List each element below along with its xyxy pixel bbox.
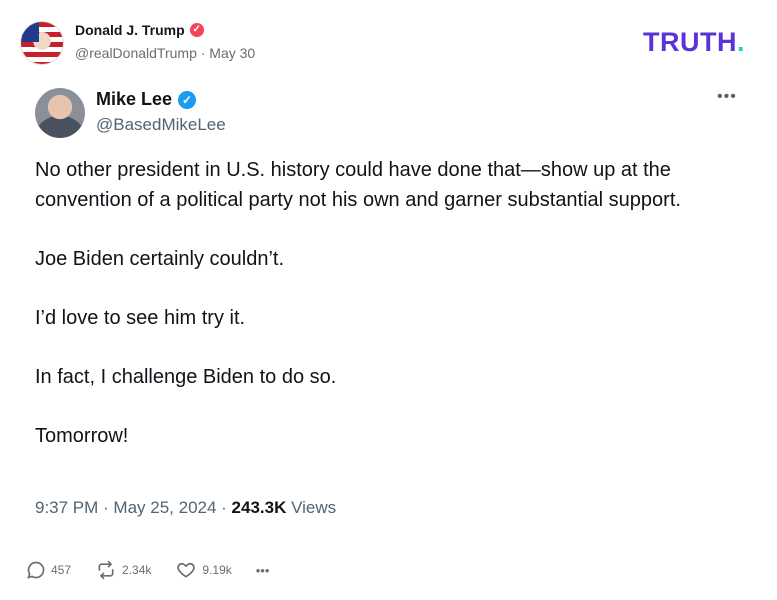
post-meta: @realDonaldTrump · May 30 (75, 45, 256, 61)
action-bar: 457 2.34k 9.19k ••• (26, 560, 293, 580)
tweet-paragraph: I’d love to see him try it. (35, 306, 246, 329)
verified-badge-icon: ✓ (189, 23, 204, 37)
twitter-verified-icon: ✓ (178, 90, 197, 109)
retruth-count: 2.34k (122, 563, 152, 577)
author-name-text[interactable]: Donald J. Trump (75, 22, 185, 38)
tweet-author-name-text: Mike Lee (96, 89, 173, 109)
truth-logo: TRUTH. (643, 27, 745, 58)
tweet-timestamp: 9:37 PM · May 25, 2024 · 243.3K Views (35, 498, 336, 518)
reply-button[interactable]: 457 (26, 560, 71, 580)
more-icon: ••• (255, 562, 270, 578)
tweet-body: No other president in U.S. history could… (35, 156, 755, 481)
retruth-button[interactable]: 2.34k (95, 560, 151, 580)
tweet-author-name: Mike Lee ✓ (96, 89, 197, 110)
tweet-more-icon: ••• (717, 88, 737, 105)
tweet-paragraph: In fact, I challenge Biden to do so. (35, 365, 337, 388)
like-button[interactable]: 9.19k (175, 560, 232, 580)
heart-icon (177, 562, 196, 578)
more-options-button[interactable]: ••• (256, 563, 270, 578)
tweet-paragraph: No other president in U.S. history could… (35, 159, 681, 211)
tweet-views-label: Views (286, 498, 337, 517)
truth-logo-dot: . (736, 27, 745, 57)
like-count: 9.19k (202, 563, 232, 577)
tweet-paragraph: Joe Biden certainly couldn’t. (35, 247, 285, 270)
tweet-paragraph: Tomorrow! (35, 424, 129, 447)
tweet-author-avatar (35, 88, 85, 138)
tweet-views-count: 243.3K (231, 498, 287, 517)
author-avatar[interactable] (20, 21, 64, 65)
tweet-time: 9:37 PM · May 25, 2024 · (35, 498, 232, 517)
author-name[interactable]: Donald J. Trump ✓ (75, 22, 204, 38)
retruth-icon (98, 560, 114, 580)
truth-logo-text: TRUTH (643, 27, 737, 57)
reply-icon (27, 561, 45, 579)
tweet-author-handle: @BasedMikeLee (96, 115, 226, 134)
reply-count: 457 (51, 563, 72, 577)
